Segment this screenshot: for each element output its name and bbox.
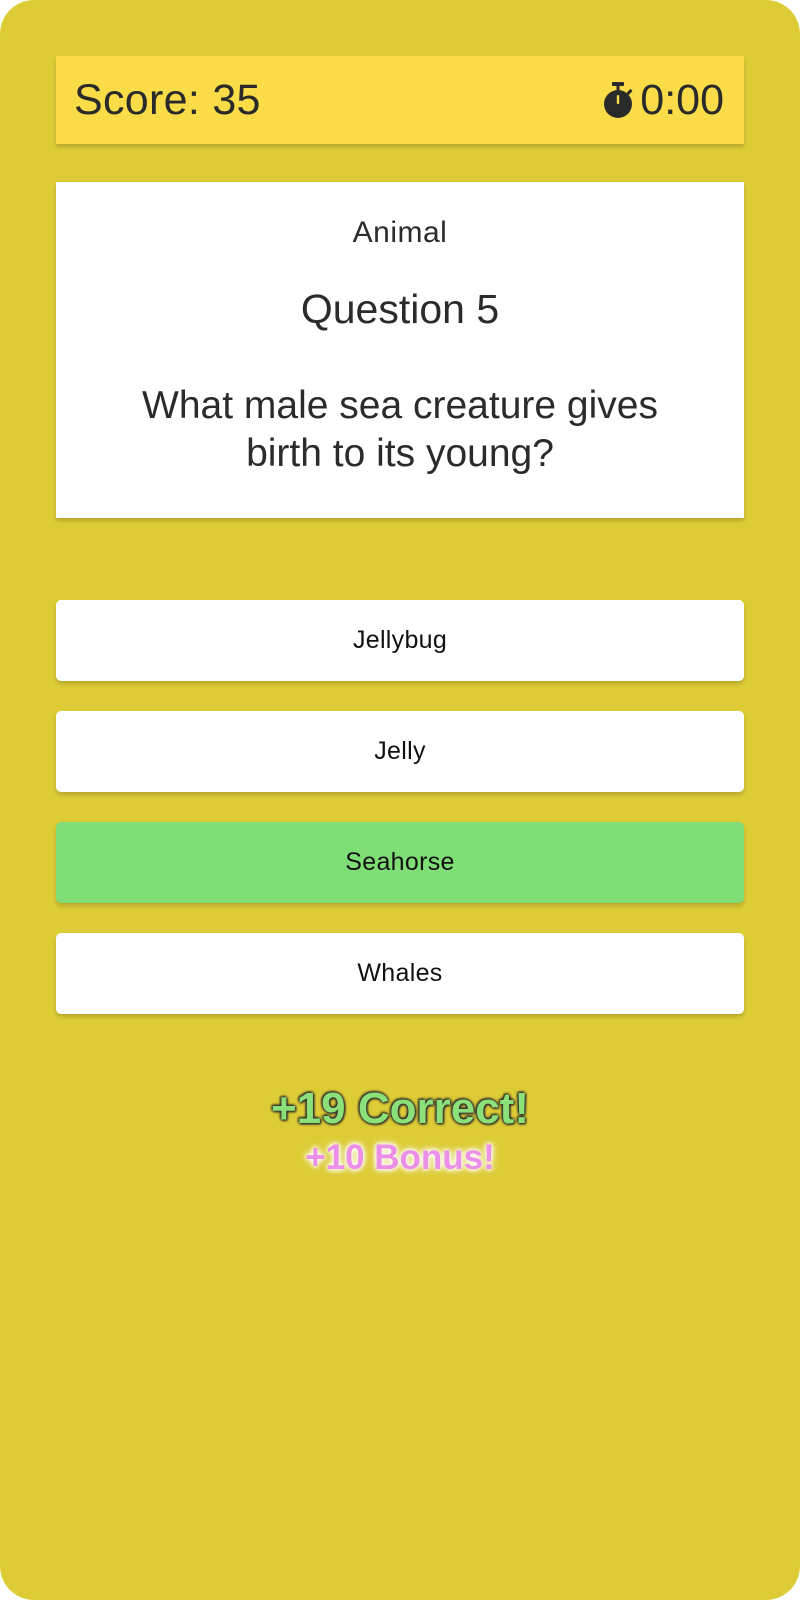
answer-button-jelly[interactable]: Jelly (56, 711, 744, 792)
question-number: Question 5 (300, 286, 500, 332)
answer-button-seahorse[interactable]: Seahorse (56, 822, 744, 903)
question-card: Animal Question 5 What male sea creature… (56, 182, 744, 518)
question-text: What male sea creature gives birth to it… (142, 384, 658, 475)
answer-list: Jellybug Jelly Seahorse Whales (56, 600, 744, 1044)
score-bar: Score: 35 0:00 (56, 56, 744, 144)
quiz-screen: Score: 35 0:00 Animal Question 5 What ma… (0, 0, 800, 1600)
timer: 0:00 (600, 76, 724, 125)
stopwatch-icon (600, 80, 636, 120)
correct-feedback: +19 Correct! (270, 1084, 529, 1133)
answer-button-whales[interactable]: Whales (56, 933, 744, 1014)
question-category: Animal (352, 216, 448, 249)
score-label: Score: 35 (74, 75, 261, 124)
bonus-feedback: +10 Bonus! (305, 1138, 495, 1177)
answer-button-jellybug[interactable]: Jellybug (56, 600, 744, 681)
timer-value: 0:00 (640, 75, 724, 124)
